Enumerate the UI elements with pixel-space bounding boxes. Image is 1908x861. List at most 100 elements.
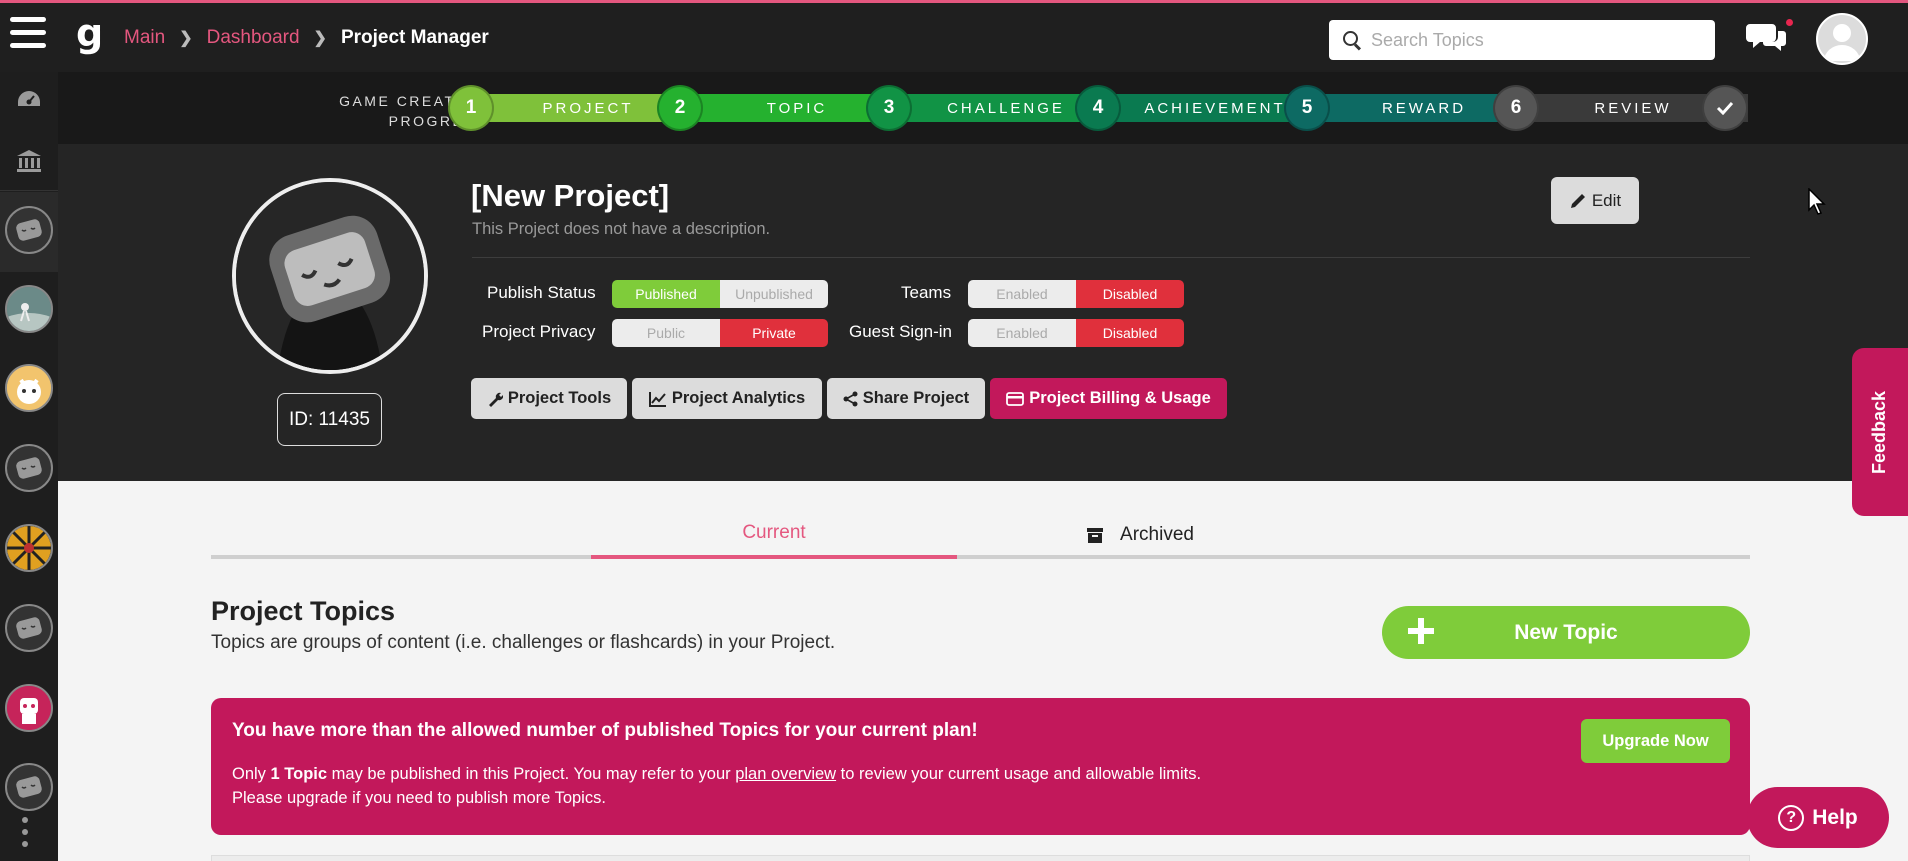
project-tools-button[interactable]: Project Tools — [471, 378, 627, 419]
unpublished-option[interactable]: Unpublished — [720, 280, 828, 308]
project-avatar-thumb[interactable] — [5, 524, 53, 572]
project-avatar[interactable] — [232, 178, 428, 374]
chat-icon[interactable] — [1746, 21, 1788, 55]
left-sidebar — [0, 72, 58, 861]
alert-line-2: Please upgrade if you need to publish mo… — [232, 789, 606, 807]
user-avatar[interactable] — [1816, 13, 1868, 65]
project-avatar-thumb[interactable] — [5, 206, 53, 254]
breadcrumb-dashboard-link[interactable]: Dashboard — [207, 27, 300, 49]
new-topic-button[interactable]: New Topic — [1382, 606, 1750, 659]
tab-archived[interactable]: Archived — [957, 510, 1323, 559]
edit-label: Edit — [1591, 190, 1622, 210]
guest-signin-toggle[interactable]: Enabled Disabled — [968, 319, 1184, 347]
teams-toggle[interactable]: Enabled Disabled — [968, 280, 1184, 308]
pencil-icon — [1570, 193, 1585, 208]
notification-dot — [1786, 19, 1793, 26]
step-number-4[interactable]: 4 — [1075, 85, 1121, 131]
header-divider — [472, 257, 1750, 258]
project-analytics-label: Project Analytics — [671, 389, 806, 407]
teams-disabled-option[interactable]: Disabled — [1076, 280, 1184, 308]
publish-status-label: Publish Status — [487, 283, 596, 302]
tab-current-label: Current — [742, 521, 806, 543]
project-tools-label: Project Tools — [507, 389, 612, 407]
feedback-tab[interactable]: Feedback — [1852, 348, 1908, 516]
topic-list-card — [211, 855, 1750, 861]
project-avatar-thumb[interactable] — [5, 364, 53, 412]
credit-card-icon — [1006, 391, 1025, 406]
project-avatar-thumb[interactable] — [5, 285, 53, 333]
teams-enabled-option[interactable]: Enabled — [968, 280, 1076, 308]
teams-label: Teams — [901, 283, 952, 302]
upgrade-now-button[interactable]: Upgrade Now — [1581, 719, 1730, 763]
line-chart-icon — [648, 391, 666, 407]
breadcrumb: Main ❯ Dashboard ❯ Project Manager — [124, 27, 489, 49]
step-label: REVIEW — [1594, 99, 1672, 117]
step-label: REWARD — [1381, 99, 1467, 117]
question-circle-icon: ? — [1778, 804, 1805, 831]
guest-enabled-option[interactable]: Enabled — [968, 319, 1076, 347]
project-id-badge: ID: 11435 — [277, 393, 382, 446]
private-option[interactable]: Private — [720, 319, 828, 347]
game-creation-progress: GAME CREATION PROGRESS PROJECT TOPIC CHA… — [58, 72, 1908, 144]
project-topics-subtitle: Topics are groups of content (i.e. chall… — [211, 632, 836, 653]
top-bar: g Main ❯ Dashboard ❯ Project Manager — [0, 0, 1908, 72]
help-label: Help — [1812, 805, 1858, 829]
step-number-5[interactable]: 5 — [1284, 85, 1330, 131]
plus-icon — [1408, 618, 1434, 644]
menu-icon[interactable] — [10, 17, 46, 57]
institution-icon[interactable] — [10, 146, 48, 176]
project-avatar-thumb[interactable] — [5, 444, 53, 492]
feedback-label: Feedback — [1869, 390, 1890, 474]
step-label: ACHIEVEMENT — [1144, 99, 1286, 117]
search-icon — [1343, 31, 1361, 49]
project-analytics-button[interactable]: Project Analytics — [632, 378, 822, 419]
project-avatar-thumb[interactable] — [5, 763, 53, 811]
alert-text: to review your current usage and allowab… — [836, 765, 1202, 783]
published-option[interactable]: Published — [612, 280, 720, 308]
alert-bold-text: 1 Topic — [270, 765, 328, 783]
breadcrumb-main-link[interactable]: Main — [124, 27, 165, 49]
step-number-1[interactable]: 1 — [448, 85, 494, 131]
more-vertical-icon[interactable] — [22, 817, 30, 853]
help-button[interactable]: ? Help — [1747, 787, 1889, 848]
alert-text: may be published in this Project. You ma… — [327, 765, 736, 783]
public-option[interactable]: Public — [612, 319, 720, 347]
share-project-label: Share Project — [862, 389, 970, 407]
alert-line-1: Only 1 Topic may be published in this Pr… — [232, 765, 1201, 784]
step-number-6[interactable]: 6 — [1493, 85, 1539, 131]
search-box[interactable] — [1329, 20, 1715, 60]
topic-tabs: Current Archived — [211, 510, 1750, 560]
step-label: CHALLENGE — [947, 99, 1065, 117]
step-number-2[interactable]: 2 — [657, 85, 703, 131]
archive-icon — [1087, 527, 1104, 543]
project-description: This Project does not have a description… — [472, 220, 771, 238]
checkmark-icon[interactable] — [1702, 85, 1748, 131]
breadcrumb-current: Project Manager — [340, 27, 489, 48]
edit-button[interactable]: Edit — [1551, 177, 1639, 224]
logo-icon[interactable]: g — [76, 14, 108, 55]
chevron-right-icon: ❯ — [179, 30, 193, 47]
share-project-button[interactable]: Share Project — [827, 378, 985, 419]
alert-text: Only — [232, 765, 271, 783]
search-input[interactable] — [1371, 29, 1711, 51]
wrench-icon — [488, 392, 503, 407]
project-title: [New Project] — [471, 178, 670, 213]
dashboard-gauge-icon[interactable] — [10, 84, 48, 114]
tab-current[interactable]: Current — [591, 510, 957, 559]
project-avatar-thumb[interactable] — [5, 684, 53, 732]
guest-signin-label: Guest Sign-in — [849, 322, 952, 341]
alert-title: You have more than the allowed number of… — [232, 720, 978, 741]
publish-status-toggle[interactable]: Published Unpublished — [612, 280, 828, 308]
mouse-cursor-icon — [1808, 188, 1826, 215]
tab-archived-label: Archived — [1120, 523, 1194, 545]
project-privacy-toggle[interactable]: Public Private — [612, 319, 828, 347]
project-privacy-label: Project Privacy — [482, 322, 596, 341]
project-billing-button[interactable]: Project Billing & Usage — [990, 378, 1227, 419]
project-billing-label: Project Billing & Usage — [1029, 389, 1211, 407]
step-label: PROJECT — [542, 99, 634, 117]
guest-disabled-option[interactable]: Disabled — [1076, 319, 1184, 347]
plan-limit-alert: You have more than the allowed number of… — [211, 698, 1750, 835]
step-number-3[interactable]: 3 — [866, 85, 912, 131]
project-avatar-thumb[interactable] — [5, 604, 53, 652]
plan-overview-link[interactable]: plan overview — [735, 765, 836, 783]
